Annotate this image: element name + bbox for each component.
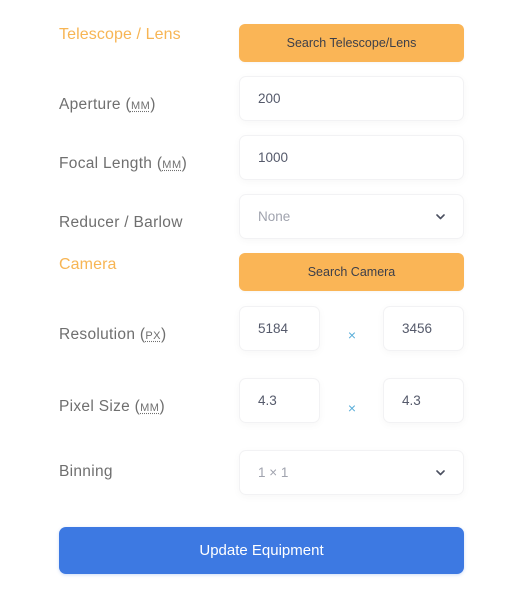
reducer-barlow-selected: None xyxy=(258,209,291,224)
pixel-size-times-icon: × xyxy=(347,400,357,416)
resolution-width-input[interactable]: 5184 xyxy=(239,306,320,351)
aperture-input[interactable]: 200 xyxy=(239,76,464,121)
resolution-label: Resolution (px) xyxy=(59,326,167,343)
pixel-size-unit: mm xyxy=(140,402,160,414)
reducer-barlow-select[interactable]: None xyxy=(239,194,464,239)
focal-length-input[interactable]: 1000 xyxy=(239,135,464,180)
update-equipment-button[interactable]: Update Equipment xyxy=(59,527,464,574)
pixel-size-height-value: 4.3 xyxy=(402,393,421,408)
binning-selected: 1 × 1 xyxy=(258,465,289,480)
aperture-label-text: Aperture xyxy=(59,96,121,113)
focal-length-label: Focal Length (mm) xyxy=(59,155,188,172)
camera-section-title: Camera xyxy=(59,256,117,273)
focal-length-label-text: Focal Length xyxy=(59,155,153,172)
pixel-size-width-value: 4.3 xyxy=(258,393,277,408)
search-camera-button[interactable]: Search Camera xyxy=(239,253,464,291)
resolution-width-value: 5184 xyxy=(258,321,289,336)
resolution-label-text: Resolution xyxy=(59,326,136,343)
aperture-unit: mm xyxy=(130,100,151,112)
focal-length-unit: mm xyxy=(162,159,182,171)
pixel-size-height-input[interactable]: 4.3 xyxy=(383,378,464,423)
pixel-size-width-input[interactable]: 4.3 xyxy=(239,378,320,423)
focal-length-value: 1000 xyxy=(258,150,289,165)
aperture-value: 200 xyxy=(258,91,281,106)
pixel-size-label: Pixel Size (mm) xyxy=(59,398,165,415)
telescope-section-title: Telescope / Lens xyxy=(59,26,181,43)
aperture-label: Aperture (mm) xyxy=(59,96,156,113)
binning-select[interactable]: 1 × 1 xyxy=(239,450,464,495)
search-telescope-button[interactable]: Search Telescope/Lens xyxy=(239,24,464,62)
chevron-down-icon xyxy=(435,468,445,478)
reducer-barlow-label: Reducer / Barlow xyxy=(59,214,183,231)
chevron-down-icon xyxy=(435,212,445,222)
resolution-unit: px xyxy=(145,330,162,342)
resolution-height-value: 3456 xyxy=(402,321,433,336)
resolution-height-input[interactable]: 3456 xyxy=(383,306,464,351)
resolution-times-icon: × xyxy=(347,327,357,343)
binning-label: Binning xyxy=(59,463,113,480)
pixel-size-label-text: Pixel Size xyxy=(59,398,131,415)
